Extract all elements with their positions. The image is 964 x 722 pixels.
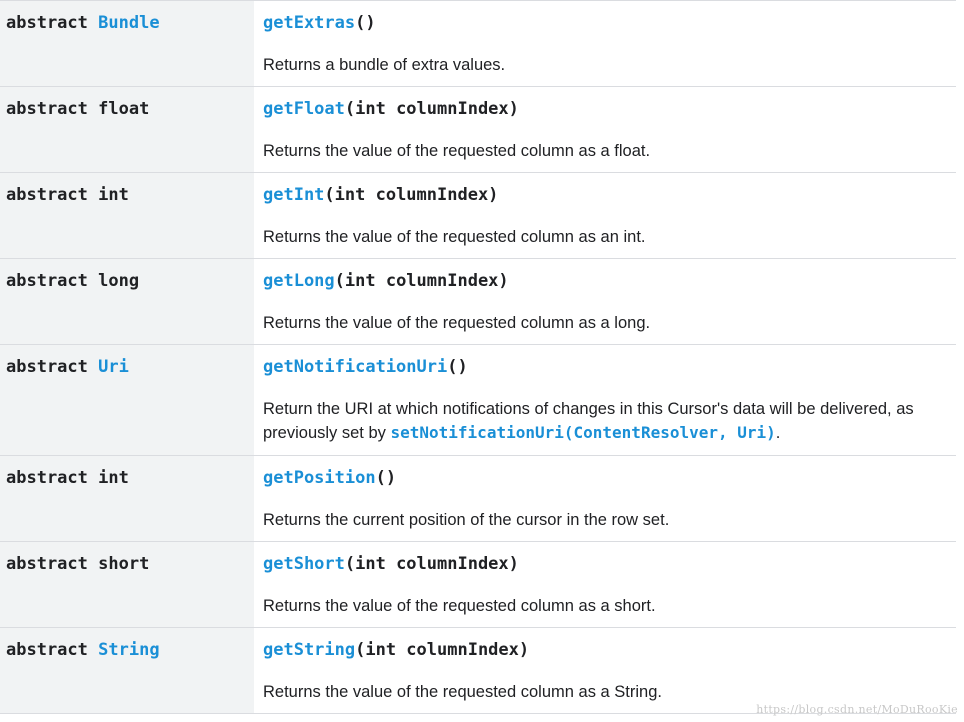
method-cell: getString(int columnIndex) Returns the v…	[254, 628, 956, 713]
method-description: Returns the value of the requested colum…	[263, 683, 662, 701]
method-signature: getExtras()	[263, 12, 948, 34]
method-cell: getInt(int columnIndex) Returns the valu…	[254, 173, 956, 258]
method-name-link[interactable]: getShort	[263, 554, 345, 574]
modifier-text: abstract	[6, 185, 88, 205]
method-name-link[interactable]: getPosition	[263, 468, 376, 488]
method-params: ()	[375, 468, 397, 488]
method-params: ()	[447, 357, 468, 377]
return-type-text: int	[98, 185, 129, 205]
return-type-link[interactable]: Uri	[98, 357, 129, 377]
method-description: Returns the current position of the curs…	[263, 511, 670, 529]
modifier-text: abstract	[6, 554, 88, 574]
method-params: (int columnIndex)	[334, 271, 509, 291]
table-row: abstract Bundle getExtras() Returns a bu…	[0, 1, 956, 87]
method-cell: getShort(int columnIndex) Returns the va…	[254, 542, 956, 627]
method-name-link[interactable]: getInt	[263, 185, 324, 205]
return-type-link[interactable]: Bundle	[98, 13, 159, 33]
table-row: abstract int getInt(int columnIndex) Ret…	[0, 173, 956, 259]
method-name-link[interactable]: getFloat	[263, 99, 345, 119]
method-signature: getInt(int columnIndex)	[263, 184, 948, 206]
return-type-text: float	[98, 99, 150, 119]
return-type-cell: abstract float	[0, 87, 254, 172]
return-type-cell: abstract int	[0, 456, 254, 541]
method-description: Returns the value of the requested colum…	[263, 597, 656, 615]
method-cell: getPosition() Returns the current positi…	[254, 456, 956, 541]
return-type-cell: abstract long	[0, 259, 254, 344]
modifier-text: abstract	[6, 357, 88, 377]
method-signature: getLong(int columnIndex)	[263, 270, 948, 292]
modifier-text: abstract	[6, 640, 88, 660]
method-description: Return the URI at which notifications of…	[263, 398, 948, 445]
return-type-text: long	[98, 271, 140, 291]
method-name-link[interactable]: getExtras	[263, 13, 355, 33]
method-name-link[interactable]: getLong	[263, 271, 335, 291]
table-row: abstract String getString(int columnInde…	[0, 628, 956, 714]
watermark: https://blog.csdn.net/MoDuRooKie	[756, 703, 958, 716]
method-cell: getFloat(int columnIndex) Returns the va…	[254, 87, 956, 172]
method-description: Returns the value of the requested colum…	[263, 142, 651, 160]
return-type-link[interactable]: String	[98, 640, 159, 660]
method-signature: getNotificationUri()	[263, 356, 948, 378]
method-signature: getShort(int columnIndex)	[263, 553, 948, 575]
method-signature: getPosition()	[263, 467, 948, 489]
method-cell: getNotificationUri() Return the URI at w…	[254, 345, 956, 455]
method-signature: getString(int columnIndex)	[263, 639, 948, 661]
method-params: ()	[355, 13, 376, 33]
method-summary-table: abstract Bundle getExtras() Returns a bu…	[0, 0, 956, 714]
method-description: Returns a bundle of extra values.	[263, 56, 506, 74]
table-row: abstract float getFloat(int columnIndex)…	[0, 87, 956, 173]
return-type-text: short	[98, 554, 150, 574]
method-description: Returns the value of the requested colum…	[263, 314, 651, 332]
method-cell: getExtras() Returns a bundle of extra va…	[254, 1, 956, 86]
modifier-text: abstract	[6, 468, 88, 488]
method-params: (int columnIndex)	[344, 99, 519, 119]
table-row: abstract long getLong(int columnIndex) R…	[0, 259, 956, 345]
set-notification-uri-link[interactable]: setNotificationUri(ContentResolver, Uri)	[390, 423, 775, 442]
return-type-cell: abstract int	[0, 173, 254, 258]
return-type-cell: abstract Bundle	[0, 1, 254, 86]
modifier-text: abstract	[6, 13, 88, 33]
method-signature: getFloat(int columnIndex)	[263, 98, 948, 120]
table-row: abstract int getPosition() Returns the c…	[0, 456, 956, 542]
method-name-link[interactable]: getString	[263, 640, 355, 660]
modifier-text: abstract	[6, 99, 88, 119]
method-description: Returns the value of the requested colum…	[263, 228, 646, 246]
method-cell: getLong(int columnIndex) Returns the val…	[254, 259, 956, 344]
modifier-text: abstract	[6, 271, 88, 291]
return-type-cell: abstract String	[0, 628, 254, 713]
return-type-cell: abstract Uri	[0, 345, 254, 455]
table-row: abstract Uri getNotificationUri() Return…	[0, 345, 956, 456]
return-type-text: int	[98, 468, 129, 488]
description-end: .	[775, 424, 781, 442]
table-row: abstract short getShort(int columnIndex)…	[0, 542, 956, 628]
method-params: (int columnIndex)	[344, 554, 519, 574]
method-params: (int columnIndex)	[355, 640, 530, 660]
method-name-link[interactable]: getNotificationUri	[263, 357, 447, 377]
method-params: (int columnIndex)	[324, 185, 499, 205]
return-type-cell: abstract short	[0, 542, 254, 627]
